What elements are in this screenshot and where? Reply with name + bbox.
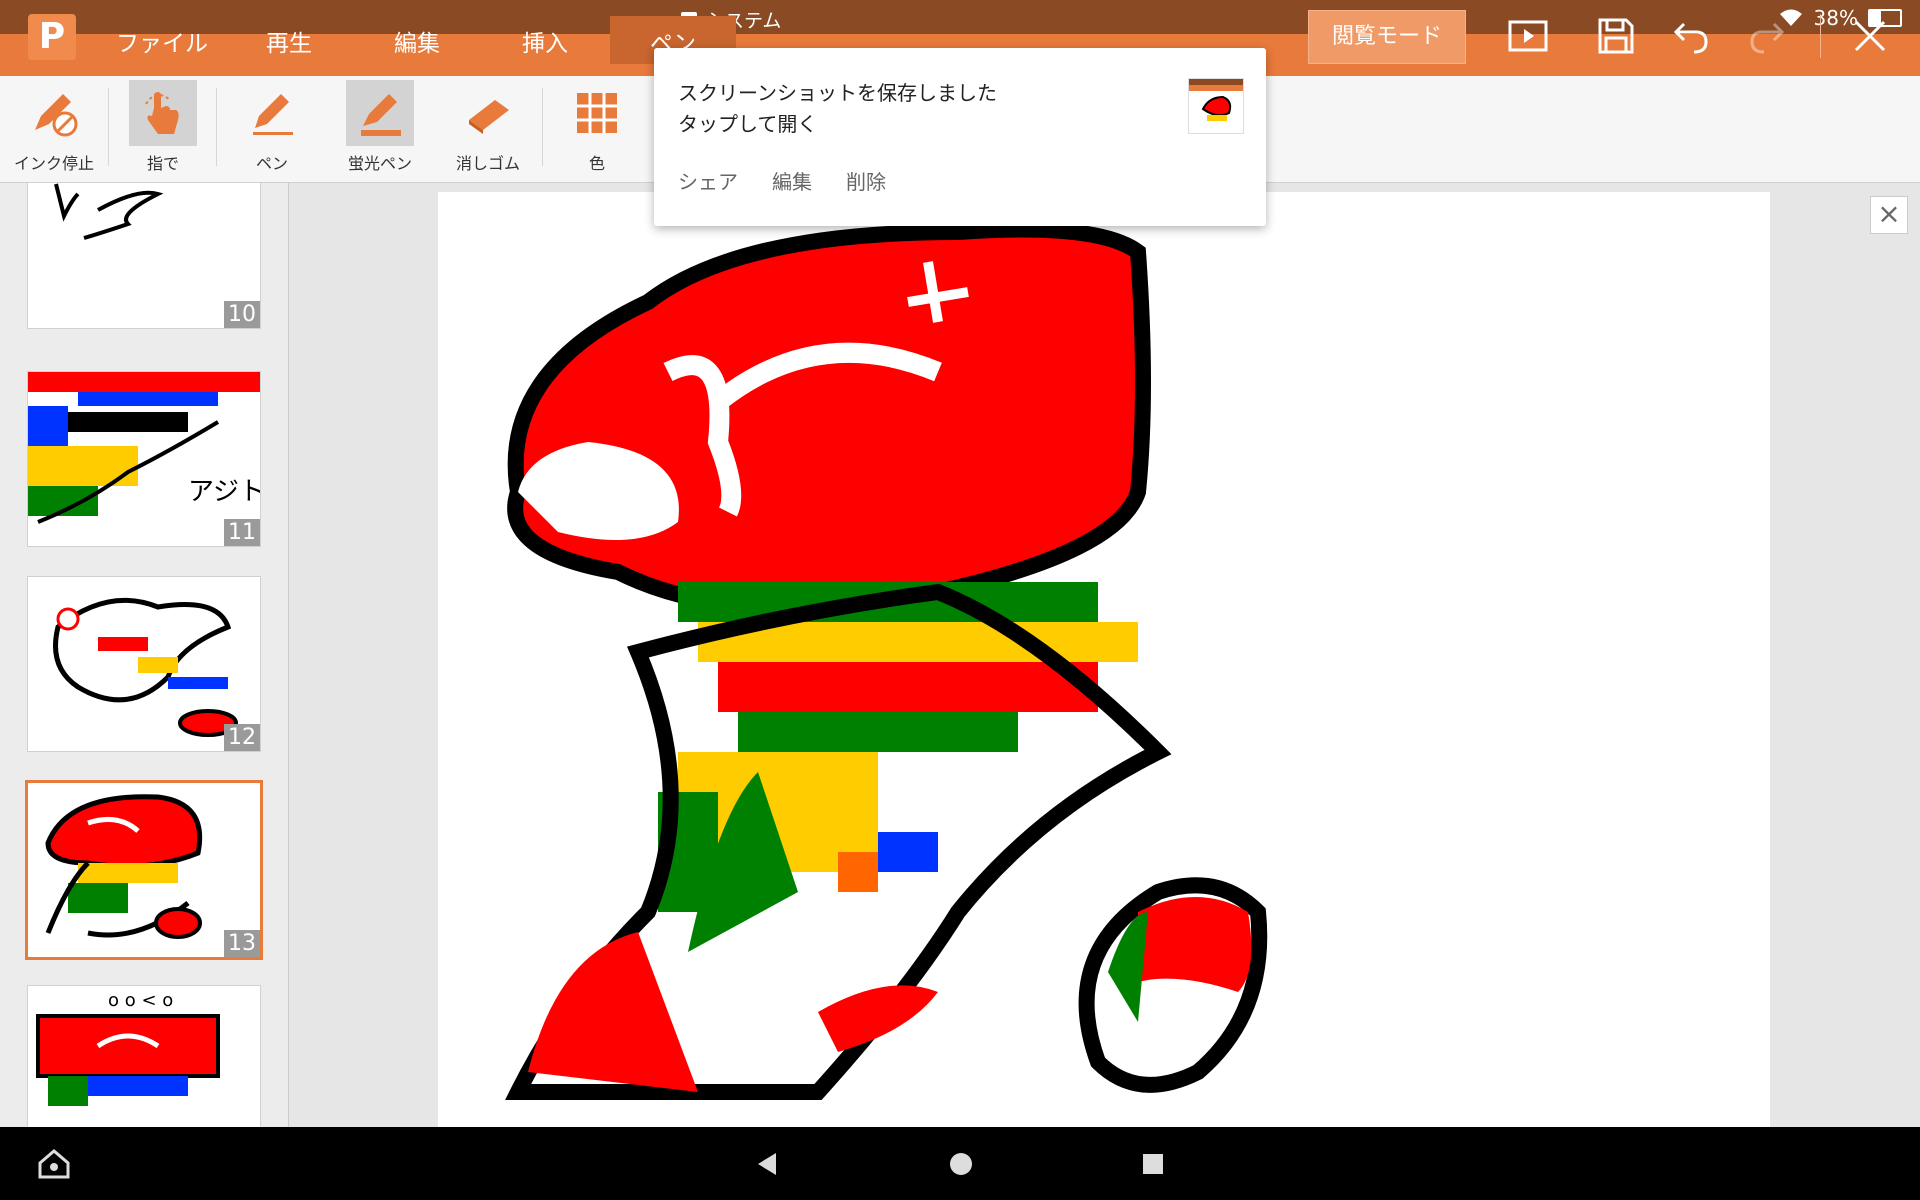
delete-button[interactable]: 削除: [846, 166, 886, 195]
current-slide[interactable]: [438, 192, 1770, 1128]
screenshot-thumbnail: [1188, 78, 1244, 134]
tool-color[interactable]: 色: [549, 80, 645, 174]
recents-icon[interactable]: [1138, 1149, 1168, 1183]
slide-number: 10: [224, 301, 260, 328]
back-icon[interactable]: [752, 1149, 782, 1183]
app-logo[interactable]: P: [28, 14, 76, 60]
slide-number: 13: [224, 930, 260, 957]
tool-highlighter[interactable]: 蛍光ペン: [332, 80, 428, 174]
ink-stop-icon: [20, 80, 88, 146]
color-grid-icon: [563, 80, 631, 146]
slideshow-play-icon[interactable]: [1506, 14, 1550, 58]
slide-thumbnail-selected[interactable]: 13: [25, 780, 263, 960]
slide-thumbnail-text: アジト: [188, 477, 260, 507]
tool-ink-stop-label: インク停止: [13, 154, 94, 173]
tool-color-label: 色: [588, 154, 605, 173]
notification-text: スクリーンショットを保存しました タップして開く: [678, 78, 997, 140]
reading-mode-button[interactable]: 閲覧モード: [1308, 10, 1466, 64]
ribbon-separator: [216, 88, 217, 166]
menu-edit[interactable]: 編集: [394, 24, 440, 58]
tool-finger[interactable]: 指で: [115, 80, 211, 174]
system-navigation-bar: [0, 1127, 1920, 1200]
tool-eraser-label: 消しゴム: [455, 154, 520, 173]
slide-number: 12: [224, 724, 260, 751]
save-icon[interactable]: [1594, 14, 1638, 58]
tool-eraser[interactable]: 消しゴム: [440, 80, 536, 174]
notification-subtitle: タップして開く: [678, 112, 818, 136]
tool-highlighter-label: 蛍光ペン: [347, 154, 412, 173]
close-icon[interactable]: ×: [1870, 196, 1908, 234]
tool-pen-label: ペン: [255, 154, 288, 173]
eraser-icon: [454, 80, 522, 146]
close-icon[interactable]: [1848, 14, 1892, 58]
slide-thumbnail[interactable]: 10: [27, 183, 261, 329]
menu-insert[interactable]: 挿入: [522, 24, 568, 58]
slide-thumbnail-drawing: o o < o: [36, 990, 220, 1106]
slide-thumbnail[interactable]: アジト 11: [27, 371, 261, 547]
ribbon-separator: [108, 88, 109, 166]
menu-file[interactable]: ファイル: [116, 24, 208, 58]
slide-number: 11: [224, 519, 260, 546]
notification-actions: シェア 編集 削除: [678, 166, 886, 195]
tool-finger-label: 指で: [146, 154, 179, 173]
menu-play[interactable]: 再生: [266, 24, 312, 58]
finger-icon: [129, 80, 197, 146]
undo-icon[interactable]: [1670, 14, 1714, 58]
pen-icon: [238, 80, 306, 146]
ribbon-separator: [542, 88, 543, 166]
highlighter-icon: [346, 80, 414, 146]
redo-icon[interactable]: [1744, 14, 1788, 58]
svg-text:o o < o: o o < o: [108, 990, 173, 1011]
slide-thumbnail[interactable]: 12: [27, 576, 261, 752]
slide-drawing: [505, 221, 1268, 1100]
slide-thumbnail[interactable]: o o < o 14: [27, 985, 261, 1127]
home-app-icon[interactable]: [36, 1145, 72, 1185]
tool-pen[interactable]: ペン: [224, 80, 320, 174]
toolbar-divider: [1820, 14, 1821, 58]
screenshot-notification[interactable]: スクリーンショットを保存しました タップして開く シェア 編集 削除: [654, 48, 1266, 226]
home-icon[interactable]: [946, 1149, 976, 1183]
tool-ink-stop[interactable]: インク停止: [6, 80, 102, 174]
share-button[interactable]: シェア: [678, 166, 738, 195]
edit-button[interactable]: 編集: [772, 166, 812, 195]
notification-title: スクリーンショットを保存しました: [678, 81, 997, 105]
slide-thumbnail-panel[interactable]: 10 アジト 11 12 13 o o < o: [0, 183, 289, 1127]
